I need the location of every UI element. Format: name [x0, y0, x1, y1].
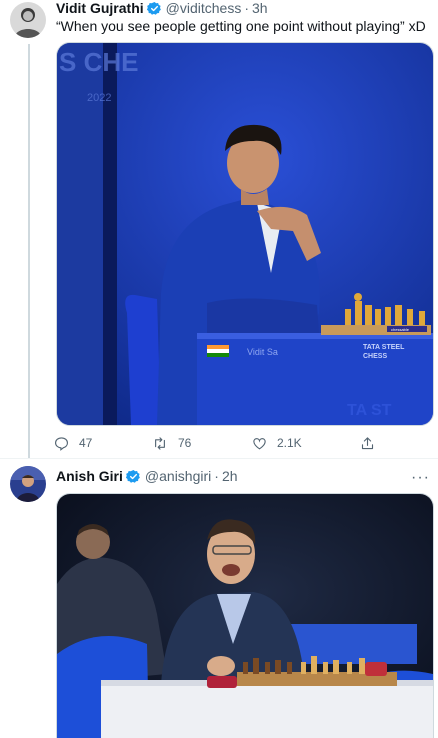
reply-count: 47 — [79, 436, 93, 450]
sponsor-line1: TATA STEEL — [363, 344, 405, 351]
tweet-photo-anish[interactable] — [56, 493, 434, 738]
avatar-image — [10, 2, 46, 38]
retweet-count: 76 — [178, 436, 192, 450]
author-name[interactable]: Vidit Gujrathi — [56, 0, 144, 16]
tweet-text: “When you see people getting one point w… — [56, 18, 426, 34]
share-button[interactable] — [360, 436, 375, 451]
like-count: 2.1K — [277, 436, 302, 450]
tweet-divider — [0, 458, 438, 459]
backdrop-year: 2022 — [87, 92, 111, 104]
tweet-timestamp[interactable]: 3h — [252, 0, 268, 16]
tweet-header-2: Anish Giri @anishgiri · 2h — [56, 468, 238, 484]
photo-vidit-chess: S CHE 2022 Vidit Sa TATA STEEL CHESS TA … — [57, 43, 433, 425]
retweet-button[interactable]: 76 — [152, 436, 191, 451]
tweet-header: Vidit Gujrathi @viditchess · 3h — [56, 0, 268, 16]
author-handle[interactable]: @viditchess — [166, 0, 242, 16]
avatar-vidit[interactable] — [10, 2, 46, 38]
reply-button[interactable]: 47 — [54, 436, 92, 451]
reply-icon — [54, 436, 69, 451]
more-icon[interactable]: ··· — [411, 470, 430, 486]
backdrop-text: S CHE — [59, 47, 138, 77]
verified-badge-icon — [146, 1, 162, 16]
author-handle[interactable]: @anishgiri — [145, 468, 211, 484]
share-icon — [361, 436, 374, 449]
lower-backdrop-text: TA ST — [347, 402, 392, 419]
like-button[interactable]: 2.1K — [252, 436, 302, 451]
avatar-image — [10, 466, 46, 502]
sponsor-line2: CHESS — [363, 353, 387, 360]
tweet-photo-vidit[interactable]: S CHE 2022 Vidit Sa TATA STEEL CHESS TA … — [56, 42, 434, 426]
photo-anish-laughing — [57, 494, 433, 738]
chessable-text: chessable — [391, 327, 410, 332]
separator-dot: · — [214, 468, 219, 484]
verified-badge-icon — [125, 469, 141, 484]
tweet-actions: 47 76 2.1K — [54, 432, 384, 454]
tweet-timestamp[interactable]: 2h — [222, 468, 238, 484]
placard-text: Vidit Sa — [247, 347, 278, 357]
thread-connector-line — [28, 44, 30, 458]
retweet-icon — [155, 436, 165, 450]
separator-dot: · — [244, 0, 249, 16]
like-icon — [253, 437, 266, 449]
author-name[interactable]: Anish Giri — [56, 468, 123, 484]
avatar-anish[interactable] — [10, 466, 46, 502]
